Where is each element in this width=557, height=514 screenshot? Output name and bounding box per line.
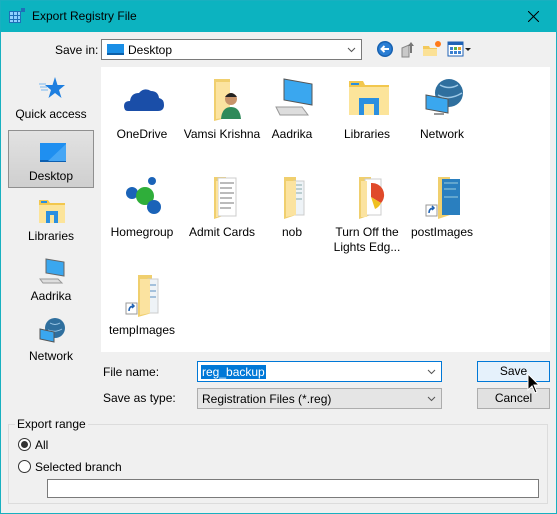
- mouse-cursor-icon: [527, 373, 541, 394]
- place-desktop[interactable]: Desktop: [8, 130, 94, 188]
- file-item-aadrika[interactable]: Aadrika: [256, 67, 328, 157]
- place-label: Aadrika: [30, 289, 72, 303]
- export-range-legend: Export range: [15, 417, 88, 431]
- file-item-network[interactable]: Network: [406, 67, 478, 157]
- file-label: Turn Off the Lights Edg...: [333, 225, 401, 254]
- file-label: tempImages: [108, 323, 176, 337]
- save-in-label: Save in:: [55, 43, 99, 57]
- network-icon: [39, 318, 65, 343]
- file-label: nob: [281, 225, 303, 239]
- onedrive-icon: [124, 89, 164, 111]
- file-label: postImages: [410, 225, 474, 239]
- file-label: Network: [419, 127, 464, 141]
- file-label: OneDrive: [116, 127, 168, 141]
- folder-icon: [214, 177, 237, 219]
- save-as-type-dropdown[interactable]: Registration Files (*.reg): [197, 388, 442, 409]
- folder-icon: [359, 177, 385, 219]
- window-title: Export Registry File: [32, 9, 137, 23]
- file-item-onedrive[interactable]: OneDrive: [106, 67, 178, 157]
- back-arrow-icon: [377, 41, 393, 57]
- libraries-icon: [349, 81, 389, 115]
- chevron-down-icon[interactable]: [427, 367, 436, 376]
- place-label: Quick access: [15, 107, 87, 121]
- title-bar: Export Registry File: [1, 1, 556, 32]
- file-item-tempimages[interactable]: tempImages: [106, 263, 178, 353]
- place-label: Network: [28, 349, 73, 363]
- file-label: Homegroup: [110, 225, 174, 239]
- file-name-label: File name:: [103, 365, 160, 379]
- up-folder-icon: [401, 42, 414, 58]
- registry-editor-icon: [9, 8, 25, 23]
- desktop-icon: [40, 143, 66, 162]
- save-in-value: Desktop: [128, 43, 173, 57]
- place-quick-access[interactable]: Quick access: [8, 69, 94, 127]
- computer-icon: [275, 78, 313, 116]
- view-menu-button[interactable]: [447, 40, 473, 60]
- file-item-vamsi-krishna[interactable]: Vamsi Krishna: [184, 67, 260, 157]
- back-button[interactable]: [376, 40, 396, 60]
- places-bar: Quick access Desktop Libraries Aadrika N…: [6, 67, 94, 367]
- close-icon: [527, 11, 539, 22]
- radio-all[interactable]: [18, 438, 31, 451]
- place-aadrika[interactable]: Aadrika: [8, 251, 94, 309]
- libraries-icon: [39, 200, 65, 223]
- radio-selected-branch[interactable]: [18, 460, 31, 473]
- place-network[interactable]: Network: [8, 311, 94, 369]
- file-name-value: reg_backup: [201, 365, 266, 379]
- file-item-turn-off-the-lights[interactable]: Turn Off the Lights Edg...: [331, 165, 403, 255]
- place-label: Libraries: [27, 229, 75, 243]
- network-icon: [425, 79, 463, 115]
- radio-selected-branch-label[interactable]: Selected branch: [35, 460, 122, 474]
- homegroup-icon: [126, 177, 161, 214]
- folder-icon: [284, 177, 305, 219]
- file-item-admit-cards[interactable]: Admit Cards: [186, 165, 258, 255]
- save-as-type-label: Save as type:: [103, 391, 176, 405]
- folder-shortcut-icon: [425, 177, 460, 219]
- file-item-libraries[interactable]: Libraries: [331, 67, 403, 157]
- file-item-nob[interactable]: nob: [256, 165, 328, 255]
- radio-all-label[interactable]: All: [35, 438, 48, 452]
- folder-shortcut-icon: [125, 275, 159, 317]
- view-menu-icon: [447, 41, 471, 57]
- computer-icon: [39, 258, 65, 284]
- file-label: Aadrika: [271, 127, 313, 141]
- save-in-dropdown[interactable]: Desktop: [101, 39, 362, 60]
- chevron-down-icon: [347, 47, 356, 53]
- new-folder-button[interactable]: [422, 40, 442, 60]
- file-item-homegroup[interactable]: Homegroup: [106, 165, 178, 255]
- chevron-down-icon: [427, 396, 436, 402]
- up-one-level-button[interactable]: [399, 40, 419, 60]
- file-name-input[interactable]: reg_backup: [197, 361, 442, 382]
- desktop-icon: [107, 44, 124, 55]
- new-folder-icon: [423, 41, 441, 56]
- close-button[interactable]: [510, 1, 556, 32]
- user-folder-icon: [214, 79, 241, 121]
- selected-branch-input[interactable]: [47, 479, 539, 498]
- star-icon: [39, 77, 65, 98]
- export-registry-dialog: Export Registry File Save in: Desktop Qu…: [0, 0, 557, 514]
- file-label: Libraries: [343, 127, 391, 141]
- file-list: OneDrive Vamsi Krishna Aadrika Libraries…: [101, 67, 550, 352]
- place-label: Desktop: [28, 169, 74, 183]
- place-libraries[interactable]: Libraries: [8, 191, 94, 249]
- file-item-postimages[interactable]: postImages: [406, 165, 478, 255]
- save-as-type-value: Registration Files (*.reg): [202, 392, 332, 406]
